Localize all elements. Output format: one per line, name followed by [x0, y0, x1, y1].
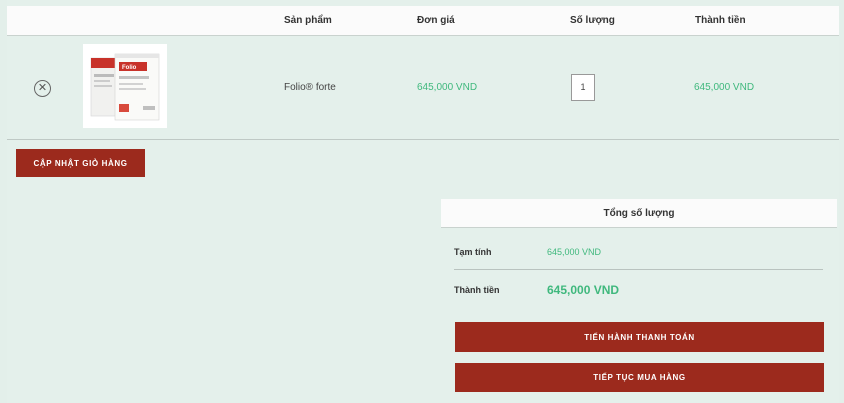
header-product: Sản phẩm — [284, 15, 332, 26]
cart-totals-title: Tổng số lượng — [441, 199, 837, 228]
header-total: Thành tiền — [695, 15, 746, 26]
subtotal-value: 645,000 VND — [547, 247, 602, 257]
totals-divider — [454, 269, 823, 270]
header-quantity: Số lượng — [570, 15, 615, 26]
continue-shopping-button[interactable]: TIẾP TỤC MUA HÀNG — [455, 363, 824, 392]
total-label: Thành tiền — [454, 285, 500, 295]
svg-text:Folio: Folio — [122, 65, 137, 71]
update-cart-button[interactable]: CẬP NHẬT GIỎ HÀNG — [16, 149, 145, 177]
total-value: 645,000 VND — [547, 283, 620, 297]
cart-item-row: ✕ Folio Folio® forte 645,000 VND 1 645,0… — [7, 37, 839, 140]
product-unit-price: 645,000 VND — [417, 82, 478, 93]
subtotal-label: Tạm tính — [454, 247, 492, 257]
cart-table-header: Sản phẩm Đơn giá Số lượng Thành tiền — [7, 6, 839, 36]
quantity-input[interactable]: 1 — [571, 74, 595, 101]
remove-item-icon[interactable]: ✕ — [34, 80, 51, 97]
product-line-total: 645,000 VND — [694, 82, 755, 93]
product-image: Folio — [83, 44, 167, 128]
cart-container: Sản phẩm Đơn giá Số lượng Thành tiền ✕ F… — [7, 0, 839, 403]
product-name[interactable]: Folio® forte — [284, 82, 336, 93]
product-thumbnail[interactable]: Folio — [83, 44, 167, 128]
checkout-button[interactable]: TIẾN HÀNH THANH TOÁN — [455, 322, 824, 352]
header-price: Đơn giá — [417, 15, 455, 26]
